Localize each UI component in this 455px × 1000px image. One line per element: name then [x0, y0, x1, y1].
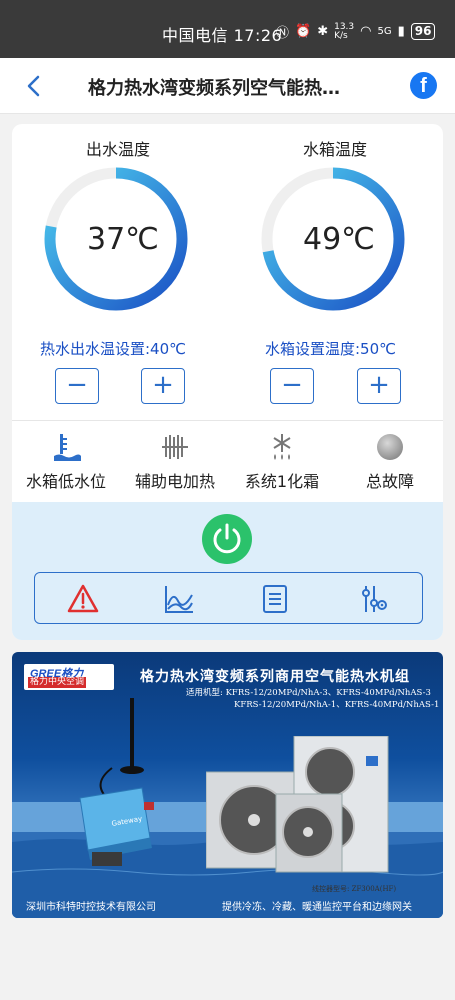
power-icon — [213, 523, 241, 554]
company-slogan: 提供冷冻、冷藏、暖通监控平台和边缘网关 — [222, 902, 412, 913]
fault-indicator-icon — [377, 434, 403, 460]
defrost-label: 系统1化霜 — [244, 472, 320, 491]
tank-increase-button[interactable]: + — [357, 368, 401, 404]
outlet-setpoint-label: 热水出水温设置:40℃ — [40, 340, 186, 358]
gree-logo: GREE格力 格力中央空调 — [24, 664, 114, 690]
banner-model-line1: 适用机型: KFRS-12/20MPd/NhA-3、KFRS-40MPd/NhA… — [186, 688, 431, 698]
electric-heating-label: 辅助电加热 — [134, 472, 215, 491]
defrost-status: 系统1化霜 — [222, 432, 342, 492]
power-button[interactable] — [202, 514, 252, 564]
facebook-icon[interactable]: f — [410, 72, 437, 99]
company-name: 深圳市科特时控技术有限公司 — [26, 902, 156, 913]
logo-subtext: 格力中央空调 — [28, 677, 87, 688]
fault-label: 总故障 — [365, 472, 414, 491]
divider — [12, 420, 443, 421]
low-water-label: 水箱低水位 — [25, 472, 106, 491]
system-status-bar: 中国电信 17:26 Ⓝ ⏰ ✱ 13.3 K/s ◠ 5G ▮ 96 — [0, 0, 455, 58]
electric-heater-icon — [162, 435, 188, 459]
nfc-icon: Ⓝ — [276, 26, 290, 41]
bluetooth-icon: ✱ — [317, 24, 329, 39]
water-level-icon — [54, 434, 81, 461]
outlet-temp-title: 出水温度 — [86, 140, 151, 159]
tank-setpoint-label: 水箱设置温度:50℃ — [265, 340, 396, 358]
wifi-icon: ◠ — [360, 24, 372, 39]
tank-temp-title: 水箱温度 — [303, 140, 368, 159]
tank-temp-value: 49℃ — [303, 222, 375, 257]
electric-heating-status: 辅助电加热 — [115, 432, 235, 492]
control-area — [12, 502, 443, 640]
signal-icon: ▮ — [397, 24, 405, 39]
gateway-device: Gateway — [79, 698, 154, 866]
tank-decrease-button[interactable]: − — [270, 368, 314, 404]
heat-pump-units — [206, 736, 389, 873]
carrier-time: 中国电信 17:26 — [162, 26, 283, 45]
device-panel: 出水温度 水箱温度 37℃ 49℃ 热水出水温设置:40℃ 水箱设置温度:50℃… — [12, 124, 443, 640]
banner-title: 格力热水湾变频系列商用空气能热水机组 — [140, 669, 410, 685]
product-banner: GREE格力 格力中央空调 格力热水湾变频系列商用空气能热水机组 适用机型: K… — [12, 652, 443, 918]
list-icon[interactable] — [259, 583, 291, 615]
low-water-status: 水箱低水位 — [12, 432, 126, 492]
controller-model: 线控器型号: ZF300A(HF) — [312, 885, 397, 893]
alarm-icon: ⏰ — [295, 24, 312, 39]
outlet-decrease-button[interactable]: − — [55, 368, 99, 404]
back-chevron-icon[interactable] — [24, 74, 44, 98]
nav-bar: 格力热水湾变频系列空气能热… f — [0, 58, 455, 114]
outlet-increase-button[interactable]: + — [141, 368, 185, 404]
chart-icon[interactable] — [163, 583, 195, 615]
fault-status: 总故障 — [330, 432, 443, 492]
page-title: 格力热水湾变频系列空气能热… — [88, 78, 340, 99]
net-speed: 13.3 K/s — [334, 21, 355, 41]
battery-icon: 96 — [410, 23, 436, 40]
defrost-icon — [273, 434, 291, 460]
status-icons: Ⓝ ⏰ ✱ 13.3 K/s ◠ 5G ▮ 96 — [276, 21, 436, 41]
function-toolbar — [34, 572, 423, 624]
outlet-temp-value: 37℃ — [87, 222, 159, 257]
banner-model-line2: KFRS-12/20MPd/NhA-1、KFRS-40MPd/NhAS-1 — [234, 700, 440, 710]
warning-icon[interactable] — [67, 583, 99, 615]
signal-label: 5G — [377, 26, 392, 37]
settings-sliders-icon[interactable] — [357, 583, 389, 615]
